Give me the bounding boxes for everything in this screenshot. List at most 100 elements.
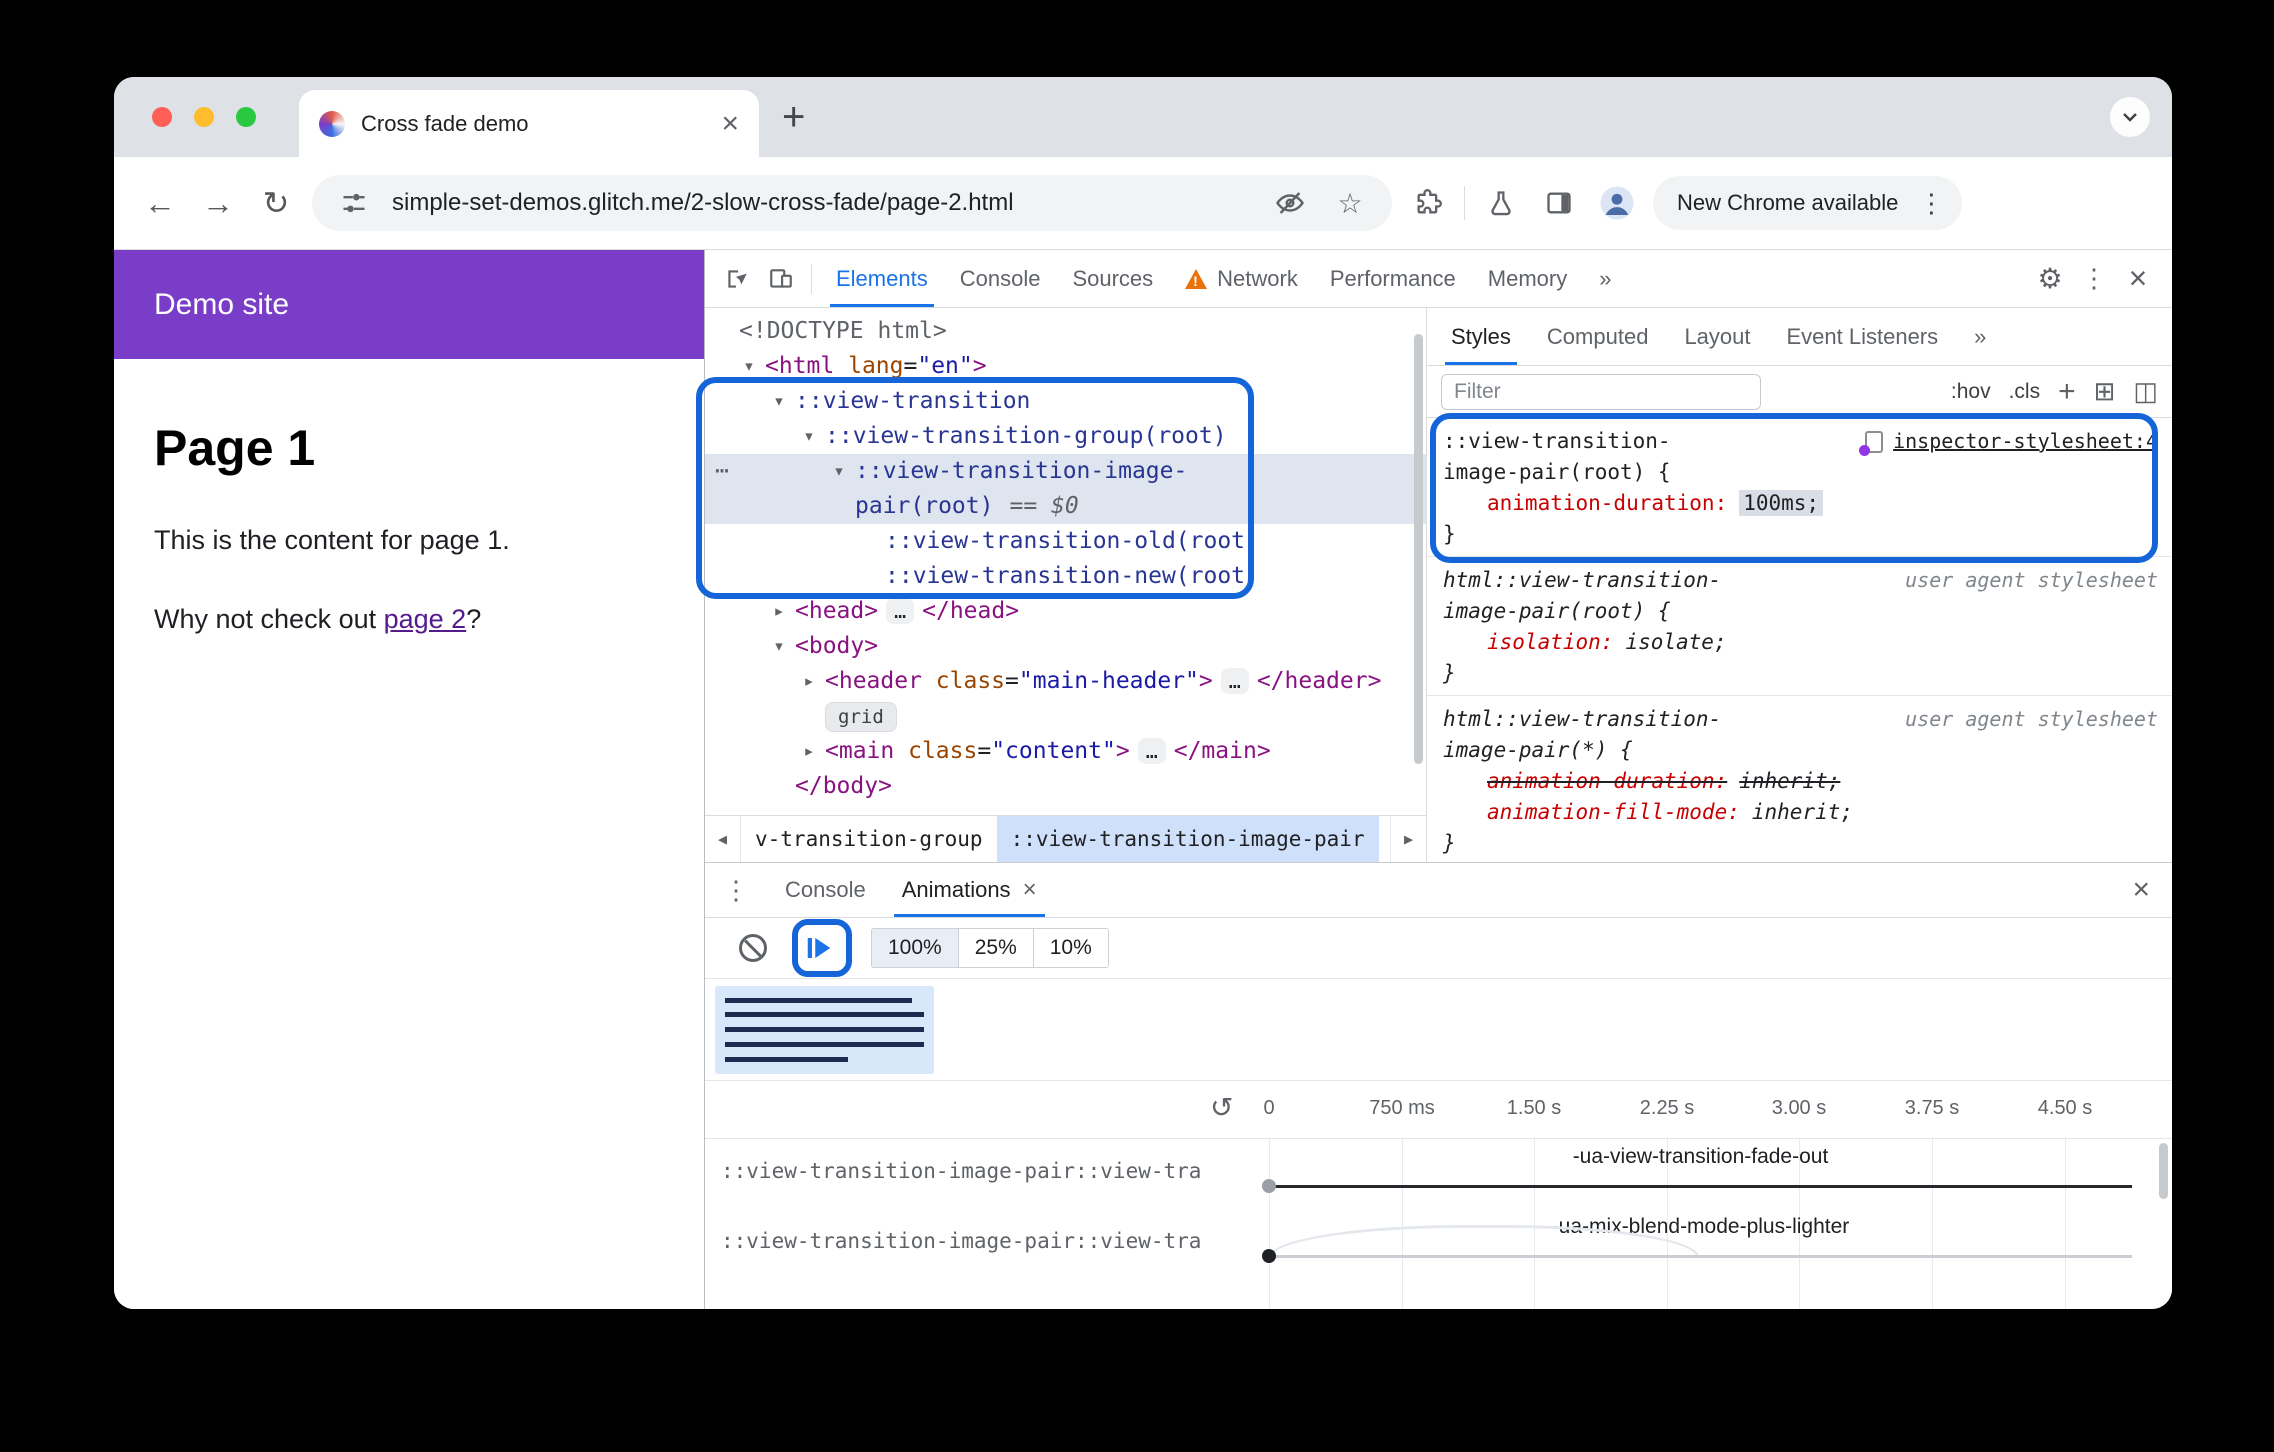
keyframe-dot[interactable] — [1262, 1249, 1276, 1263]
collapsed-content-icon[interactable]: … — [1137, 738, 1166, 764]
url-text[interactable]: simple-set-demos.glitch.me/2-slow-cross-… — [392, 189, 1252, 217]
clear-all-animations-icon[interactable] — [739, 934, 767, 962]
collapsed-content-icon[interactable]: … — [1220, 668, 1249, 694]
collapse-arrow-icon[interactable]: ▸ — [797, 664, 821, 699]
element-classes-button[interactable]: .cls — [2009, 380, 2041, 404]
speed-10-button[interactable]: 10% — [1033, 929, 1108, 967]
tab-memory[interactable]: Memory — [1472, 250, 1583, 307]
css-value-highlighted[interactable]: 100ms; — [1739, 490, 1824, 516]
eye-blocked-icon[interactable] — [1268, 188, 1312, 218]
animation-row-mix-blend[interactable]: ::view-transition-image-pair::view-tra -… — [705, 1209, 2172, 1279]
dom-node-main[interactable]: ▸ <main class="content">… </main> — [705, 734, 1426, 769]
dom-node-html[interactable]: ▾ <html lang="en"> — [705, 349, 1426, 384]
collapse-arrow-icon[interactable]: ▸ — [797, 734, 821, 769]
style-rule-ua-star[interactable]: user agent stylesheet html::view-transit… — [1427, 696, 2172, 862]
inspect-element-icon[interactable] — [715, 266, 759, 292]
crumb-view-transition-group[interactable]: v-transition-group — [741, 816, 997, 862]
chrome-update-button[interactable]: New Chrome available ⋮ — [1653, 176, 1963, 230]
settings-gear-icon[interactable]: ⚙ — [2028, 262, 2072, 295]
dom-node-view-transition[interactable]: ▾ ::view-transition — [705, 384, 1426, 419]
tab-search-chevron-icon[interactable] — [2110, 97, 2150, 137]
animation-track[interactable] — [1269, 1255, 2132, 1258]
tab-animations[interactable]: Animations × — [884, 863, 1055, 917]
resume-all-button[interactable] — [799, 928, 839, 968]
dom-node-body[interactable]: ▾ <body> — [705, 629, 1426, 664]
drawer-menu-kebab-icon[interactable]: ⋮ — [705, 875, 767, 906]
extensions-puzzle-icon[interactable] — [1406, 189, 1450, 217]
tab-sources[interactable]: Sources — [1056, 250, 1169, 307]
dom-doctype[interactable]: <!DOCTYPE html> — [705, 314, 1426, 349]
devtools-menu-kebab-icon[interactable]: ⋮ — [2072, 263, 2116, 294]
reload-button[interactable]: ↻ — [254, 184, 298, 222]
tab-console[interactable]: Console — [944, 250, 1057, 307]
tab-elements[interactable]: Elements — [820, 250, 944, 307]
animation-row-fade-out[interactable]: ::view-transition-image-pair::view-tra -… — [705, 1139, 2172, 1209]
animation-track[interactable] — [1269, 1185, 2132, 1188]
back-button[interactable]: ← — [138, 185, 182, 222]
animation-preview-thumbnail[interactable] — [715, 985, 934, 1074]
close-devtools-icon[interactable]: × — [2116, 260, 2160, 297]
new-tab-button[interactable]: + — [782, 95, 805, 140]
address-bar[interactable]: simple-set-demos.glitch.me/2-slow-cross-… — [312, 175, 1392, 231]
expand-arrow-icon[interactable]: ▾ — [737, 349, 761, 384]
more-tabs-button[interactable]: » — [1583, 250, 1627, 307]
crumb-scroll-left-icon[interactable]: ◀ — [705, 816, 741, 862]
replay-timeline-icon[interactable]: ↺ — [1210, 1091, 1233, 1124]
grid-badge[interactable]: grid — [825, 702, 897, 732]
toggle-element-state-button[interactable]: :hov — [1951, 380, 1991, 404]
rendering-emulation-icon[interactable]: ⊞ — [2094, 376, 2116, 407]
expand-arrow-icon[interactable]: ▾ — [797, 419, 821, 454]
css-declaration[interactable]: isolation: isolate; — [1443, 627, 2156, 658]
experiments-flask-icon[interactable] — [1479, 189, 1523, 217]
elements-scrollbar[interactable] — [1414, 334, 1423, 764]
new-style-rule-button[interactable]: + — [2058, 375, 2076, 409]
expand-arrow-icon[interactable]: ▾ — [767, 384, 791, 419]
more-style-tabs-button[interactable]: » — [1956, 308, 2004, 365]
dom-node-head[interactable]: ▸ <head>… </head> — [705, 594, 1426, 629]
dom-node-header[interactable]: ▸ <header class="main-header">… </header> — [705, 664, 1426, 699]
tab-network[interactable]: Network — [1169, 250, 1314, 307]
css-declaration-overridden[interactable]: animation-duration: inherit; — [1443, 766, 2156, 797]
device-toolbar-icon[interactable] — [759, 266, 803, 292]
inspector-stylesheet-link[interactable]: inspector-stylesheet:4 — [1893, 426, 2158, 457]
profile-avatar[interactable] — [1595, 185, 1639, 221]
page-2-link[interactable]: page 2 — [384, 604, 467, 634]
dom-node-view-transition-group[interactable]: ▾ ::view-transition-group(root) — [705, 419, 1426, 454]
tab-close-icon[interactable]: × — [721, 108, 739, 139]
computed-sidebar-icon[interactable]: ◫ — [2133, 376, 2158, 407]
side-panel-icon[interactable] — [1537, 189, 1581, 217]
tab-layout[interactable]: Layout — [1666, 308, 1768, 365]
forward-button[interactable]: → — [196, 185, 240, 222]
rule-source[interactable]: inspector-stylesheet:4 — [1859, 426, 2158, 457]
style-rule-inspector-stylesheet[interactable]: inspector-stylesheet:4 ::view-transition… — [1427, 418, 2172, 557]
tab-console-drawer[interactable]: Console — [767, 863, 884, 917]
close-drawer-icon[interactable]: × — [2110, 873, 2172, 907]
drawer-scrollbar[interactable] — [2159, 1143, 2168, 1199]
close-window-button[interactable] — [152, 107, 172, 127]
dom-node-view-transition-image-pair-selected[interactable]: ⋯ ▾ ::view-transition-image- pair(root) =… — [705, 454, 1426, 524]
css-declaration[interactable]: animation-duration: 100ms; — [1443, 488, 2156, 519]
dom-node-body-close[interactable]: </body> — [705, 769, 1426, 804]
collapsed-content-icon[interactable]: … — [886, 598, 915, 624]
tab-styles[interactable]: Styles — [1433, 308, 1529, 365]
speed-100-button[interactable]: 100% — [872, 929, 959, 967]
css-declaration[interactable]: animation-fill-mode: inherit; — [1443, 797, 2156, 828]
tab-event-listeners[interactable]: Event Listeners — [1769, 308, 1957, 365]
speed-25-button[interactable]: 25% — [958, 929, 1034, 967]
styles-filter-input[interactable] — [1441, 373, 1761, 410]
crumb-scroll-right-icon[interactable]: ▶ — [1390, 816, 1426, 862]
maximize-window-button[interactable] — [236, 107, 256, 127]
collapse-arrow-icon[interactable]: ▸ — [767, 594, 791, 629]
tab-computed[interactable]: Computed — [1529, 308, 1667, 365]
browser-menu-kebab-icon[interactable]: ⋮ — [1910, 188, 1952, 219]
browser-tab[interactable]: Cross fade demo × — [299, 90, 759, 157]
close-animations-tab-icon[interactable]: × — [1023, 876, 1037, 904]
dom-node-view-transition-new[interactable]: ::view-transition-new(root) — [705, 559, 1426, 594]
dom-node-view-transition-old[interactable]: ::view-transition-old(root) — [705, 524, 1426, 559]
keyframe-dot[interactable] — [1262, 1179, 1276, 1193]
minimize-window-button[interactable] — [194, 107, 214, 127]
expand-arrow-icon[interactable]: ▾ — [767, 629, 791, 664]
bookmark-star-icon[interactable]: ☆ — [1328, 187, 1372, 220]
site-info-icon[interactable] — [332, 189, 376, 217]
crumb-view-transition-image-pair[interactable]: ::view-transition-image-pair — [996, 816, 1379, 862]
